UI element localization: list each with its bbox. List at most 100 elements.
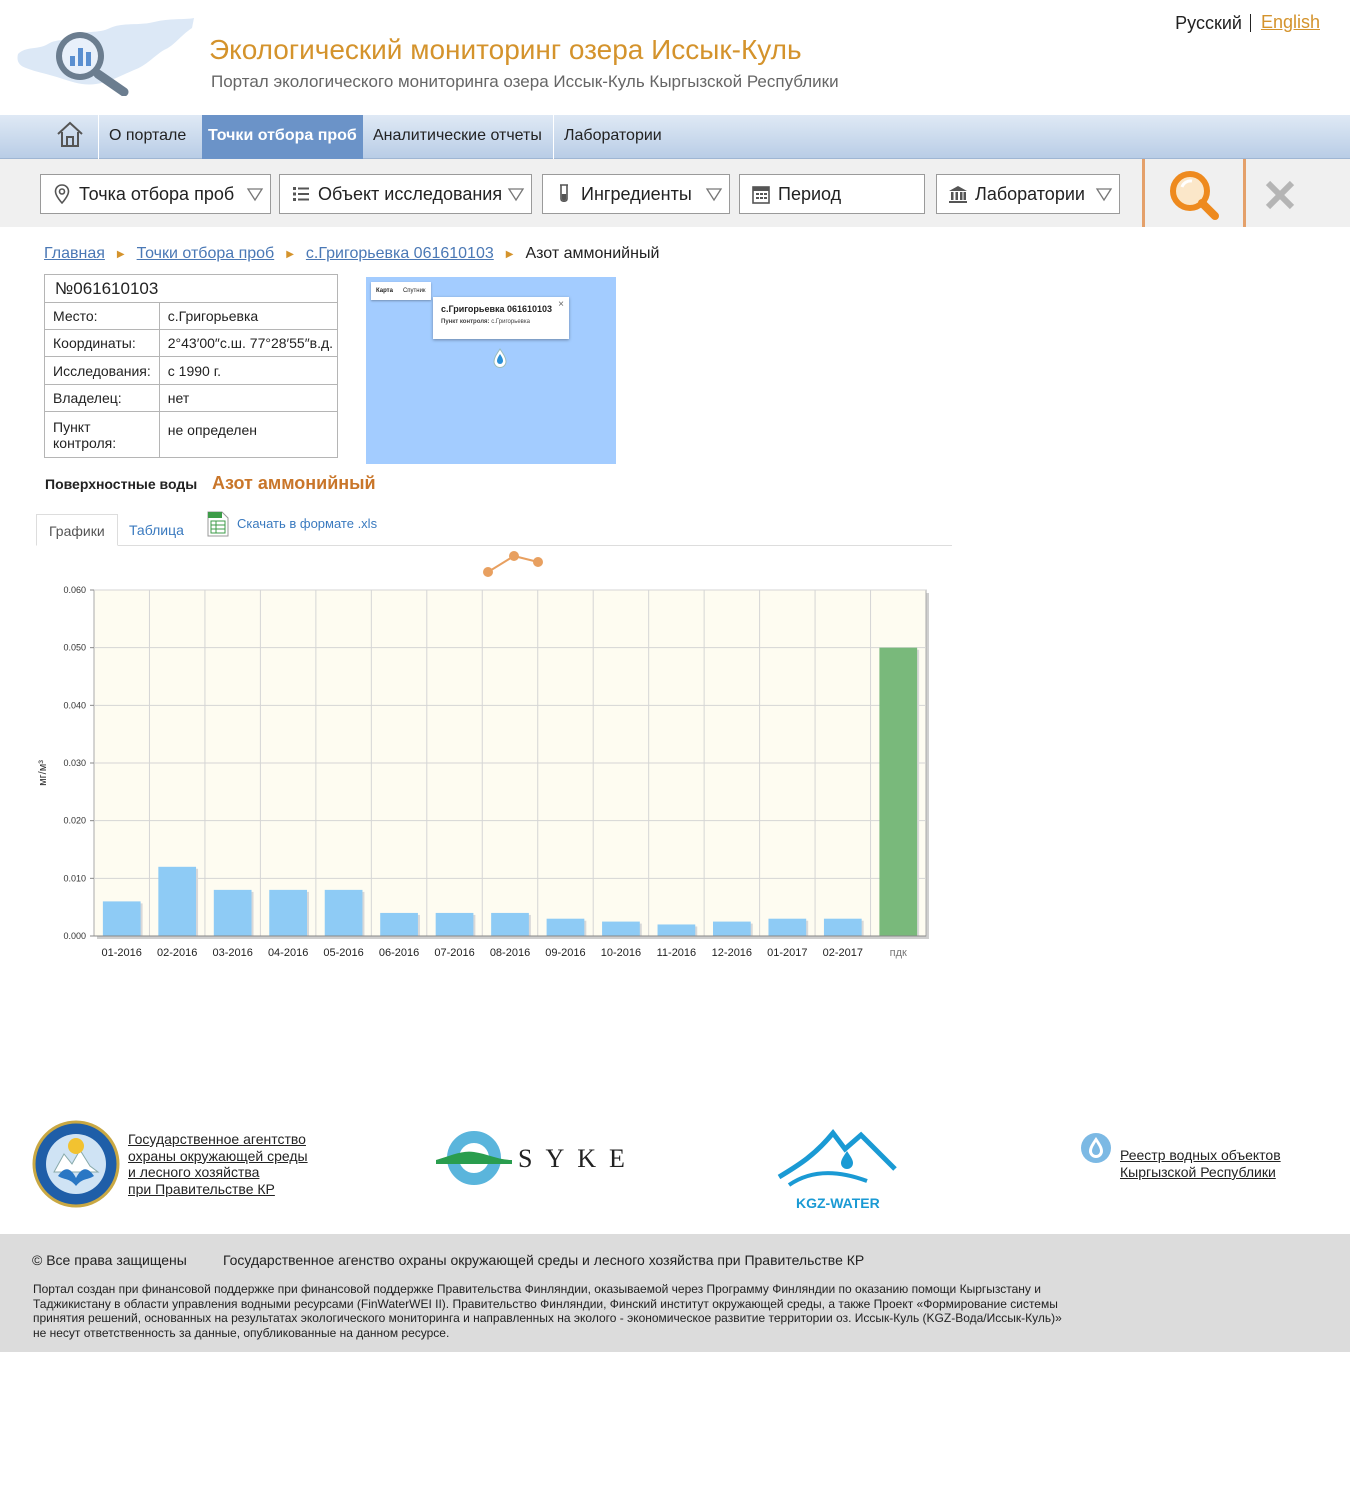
breadcrumb-sampling-points[interactable]: Точки отбора проб [137, 245, 275, 263]
location-map[interactable]: Карта Спутник с.Григорьевка 061610103 Пу… [366, 277, 616, 464]
breadcrumb-station[interactable]: с.Григорьевка 061610103 [306, 245, 494, 263]
download-xls-link[interactable]: Скачать в формате .xls [237, 516, 377, 531]
bar [657, 924, 696, 936]
popup-close-icon[interactable]: × [558, 299, 564, 310]
breadcrumb: Главная ▶ Точки отбора проб ▶ с.Григорье… [44, 245, 659, 263]
y-tick-label: 0.030 [63, 758, 86, 768]
x-tick-label: пдк [890, 947, 907, 959]
x-tick-label: 01-2017 [767, 947, 807, 959]
station-info-table: №061610103 Место: с.Григорьевка Координат… [43, 274, 339, 458]
bar [823, 918, 862, 936]
y-tick-label: 0.060 [63, 585, 86, 595]
footer-agency-name: Государственное агенство охраны окружающ… [223, 1252, 865, 1268]
breadcrumb-home[interactable]: Главная [44, 245, 105, 263]
divider [1142, 159, 1145, 227]
bar [324, 889, 363, 936]
nav-item-sampling-points[interactable]: Точки отбора проб [202, 115, 363, 159]
bar [380, 912, 418, 936]
map-type-control: Карта Спутник [371, 282, 431, 300]
x-tick-label: 12-2016 [712, 947, 752, 959]
x-tick-label: 08-2016 [490, 947, 530, 959]
map-info-popup: с.Григорьевка 061610103 Пункт контроля: … [433, 297, 569, 339]
tab-charts[interactable]: Графики [36, 514, 118, 546]
map-type-satellite[interactable]: Спутник [398, 288, 431, 294]
kyrgyz-emblem-icon [32, 1120, 120, 1208]
info-value: нет [158, 384, 339, 412]
popup-subtitle: Пункт контроля: с.Григорьевка [441, 319, 530, 325]
bar [102, 901, 141, 936]
spreadsheet-icon[interactable] [206, 510, 230, 538]
info-key: Место: [44, 302, 160, 330]
pin-icon [54, 184, 70, 205]
bar [768, 918, 807, 936]
chevron-down-icon [507, 188, 525, 202]
y-tick-label: 0.010 [63, 873, 86, 883]
main-nav: О портале Точки отбора проб Аналитически… [0, 115, 1350, 159]
lang-english[interactable]: English [1251, 12, 1320, 33]
copyright: © Все права защищены [32, 1252, 187, 1268]
header: Экологический мониторинг озера Иссык-Кул… [0, 0, 1350, 115]
nav-item-about[interactable]: О портале [98, 115, 196, 159]
filter-sampling-point[interactable]: Точка отбора проб [40, 174, 271, 214]
breadcrumb-current: Азот аммонийный [525, 245, 660, 262]
chevron-down-icon [705, 188, 723, 202]
close-icon[interactable] [1262, 177, 1298, 213]
home-icon[interactable] [55, 120, 85, 150]
y-axis-label: мг/м³ [37, 760, 49, 786]
info-value: с.Григорьевка [158, 302, 339, 330]
tab-table[interactable]: Таблица [117, 514, 196, 546]
bar [713, 921, 751, 936]
agency-link[interactable]: Государственное агентство охраны окружаю… [128, 1131, 308, 1197]
site-subtitle: Портал экологического мониторинга озера … [211, 72, 839, 91]
y-tick-label: 0.020 [63, 816, 86, 826]
syke-logo[interactable]: SYKE [436, 1130, 631, 1186]
y-tick-label: 0.000 [63, 931, 86, 941]
bar-chart: 0.000 0.010 0.020 0.030 0.040 0.050 0.060 01-20… [37, 585, 929, 959]
lang-russian[interactable]: Русский [1175, 13, 1251, 32]
water-type-label: Поверхностные воды [45, 476, 198, 492]
info-value: 2°43′00″с.ш. 77°28′55″в.д. [158, 329, 339, 357]
bar [546, 918, 585, 936]
search-icon[interactable] [1165, 167, 1225, 223]
x-tick-label: 06-2016 [379, 947, 419, 959]
bar [269, 889, 307, 936]
station-number: №061610103 [43, 274, 339, 303]
filter-ingredients[interactable]: Ингредиенты [542, 174, 730, 214]
x-tick-label: 05-2016 [323, 947, 363, 959]
building-icon [949, 186, 967, 203]
water-registry-link[interactable]: Реестр водных объектов Кыргызской Респуб… [1120, 1147, 1281, 1181]
list-icon [293, 187, 309, 201]
nav-item-reports[interactable]: Аналитические отчеты [363, 115, 552, 159]
x-tick-label: 02-2016 [157, 947, 197, 959]
bar [213, 889, 252, 936]
filter-laboratories[interactable]: Лаборатории [936, 174, 1120, 214]
site-logo-icon[interactable] [14, 16, 196, 96]
water-drop-icon [1081, 1133, 1111, 1163]
bar [602, 921, 640, 936]
x-tick-label: 03-2016 [212, 947, 252, 959]
info-value: не определен [158, 411, 339, 458]
limit-bar [879, 647, 918, 936]
line-chart-toggle-icon[interactable] [482, 550, 544, 578]
kgz-water-logo[interactable] [775, 1125, 900, 1187]
filter-period[interactable]: Период [739, 174, 925, 214]
filter-bar: Точка отбора проб Объект исследования Ин… [0, 159, 1350, 227]
y-tick-label: 0.050 [63, 643, 86, 653]
nav-item-laboratories[interactable]: Лаборатории [553, 115, 672, 159]
info-key: Владелец: [44, 384, 160, 412]
x-tick-label: 04-2016 [268, 947, 308, 959]
disclaimer: Портал создан при финансовой поддержке п… [33, 1282, 1062, 1340]
water-drop-marker-icon[interactable] [492, 348, 508, 370]
info-value: с 1990 г. [158, 356, 339, 385]
info-key: Пункт контроля: [44, 411, 160, 458]
test-tube-icon [560, 184, 568, 203]
language-switcher: Русский English [1175, 12, 1320, 33]
filter-research-object[interactable]: Объект исследования [279, 174, 532, 214]
site-title: Экологический мониторинг озера Иссык-Кул… [209, 34, 802, 65]
map-type-map[interactable]: Карта [371, 288, 398, 294]
calendar-icon [752, 186, 770, 204]
bar [158, 866, 197, 936]
info-key: Исследования: [44, 356, 160, 385]
x-tick-label: 09-2016 [545, 947, 585, 959]
parameter-title: Азот аммонийный [212, 473, 376, 493]
